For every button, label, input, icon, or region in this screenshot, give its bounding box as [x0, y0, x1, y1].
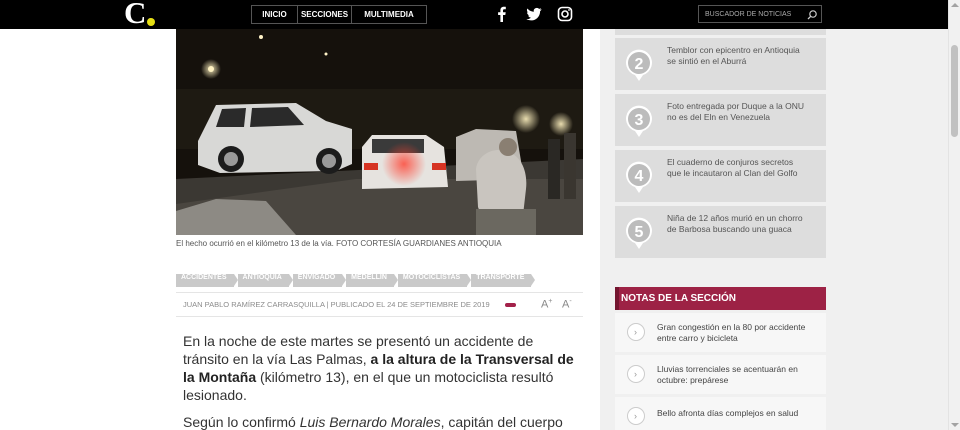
- page-scrollbar[interactable]: [948, 0, 960, 430]
- p2-text-a: Según lo confirmó: [183, 414, 300, 430]
- main-nav: INICIO SECCIONES MULTIMEDIA: [251, 5, 427, 24]
- scroll-up-arrow-icon[interactable]: [951, 3, 959, 7]
- search-box: [698, 5, 822, 23]
- chevron-right-icon: ›: [627, 407, 645, 425]
- twitter-icon[interactable]: [526, 6, 542, 22]
- minus-sign: -: [569, 298, 572, 305]
- nav-secciones[interactable]: SECCIONES: [297, 5, 352, 24]
- tag-envigado[interactable]: ENVIGADO: [292, 274, 347, 287]
- ranked-item[interactable]: 5 Niña de 12 años murió en un chorro de …: [615, 206, 826, 258]
- ranked-item[interactable]: 4 El cuaderno de conjuros secretos que l…: [615, 150, 826, 202]
- rank-badge-icon: 4: [626, 161, 652, 193]
- share-indicator[interactable]: [505, 303, 516, 307]
- article-paragraph-2: Según lo confirmó Luis Bernardo Morales,…: [183, 413, 581, 430]
- note-title[interactable]: Lluvias torrenciales se acentuarán en oc…: [657, 364, 817, 386]
- rank-badge-icon: 2: [626, 49, 652, 81]
- nav-multimedia[interactable]: MULTIMEDIA: [351, 5, 427, 24]
- scroll-down-arrow-icon[interactable]: [951, 423, 959, 427]
- plus-sign: +: [548, 298, 553, 305]
- note-title[interactable]: Bello afronta días complejos en salud: [657, 408, 817, 419]
- tag-list: ACCIDENTES ANTIOQUIA ENVIGADO MEDELLÍN M…: [176, 274, 536, 287]
- rank-badge-icon: 3: [626, 105, 652, 137]
- rank-number: 3: [635, 112, 644, 129]
- note-item[interactable]: › Gran congestión en la 80 por accidente…: [615, 313, 826, 352]
- article-photo: [176, 29, 583, 235]
- tag-medellin[interactable]: MEDELLÍN: [346, 274, 398, 287]
- ranked-item-title[interactable]: Foto entregada por Duque a la ONU no es …: [667, 101, 807, 123]
- article-paragraph-1: En la noche de este martes se presentó u…: [183, 332, 581, 404]
- article-body: En la noche de este martes se presentó u…: [183, 332, 581, 430]
- ranked-item-title[interactable]: El cuaderno de conjuros secretos que le …: [667, 157, 807, 179]
- photo-caption: El hecho ocurrió en el kilómetro 13 de l…: [176, 239, 502, 248]
- section-notes-title: NOTAS DE LA SECCIÓN: [621, 293, 737, 304]
- logo-dot: [147, 18, 155, 26]
- tag-accidentes[interactable]: ACCIDENTES: [176, 274, 238, 287]
- site-logo[interactable]: C.: [124, 0, 158, 28]
- top-navbar: C. INICIO SECCIONES MULTIMEDIA: [0, 0, 948, 29]
- byline-text: JUAN PABLO RAMÍREZ CARRASQUILLA | PUBLIC…: [183, 300, 490, 309]
- ranked-item-title[interactable]: Temblor con epicentro en Antioquia se si…: [667, 45, 807, 67]
- tag-antioquia[interactable]: ANTIOQUIA: [237, 274, 294, 287]
- search-input[interactable]: [699, 6, 803, 22]
- ranked-item[interactable]: 2 Temblor con epicentro en Antioquia se …: [615, 38, 826, 90]
- nav-inicio[interactable]: INICIO: [251, 5, 298, 24]
- search-icon[interactable]: [806, 8, 818, 20]
- font-decrease-button[interactable]: A-: [562, 298, 572, 311]
- tag-transporte[interactable]: TRANSPORTE: [471, 274, 536, 287]
- tag-motociclistas[interactable]: MOTOCICLISTAS: [397, 274, 472, 287]
- note-title[interactable]: Gran congestión en la 80 por accidente e…: [657, 322, 817, 344]
- chevron-right-icon: ›: [627, 323, 645, 341]
- scroll-thumb[interactable]: [951, 45, 958, 137]
- facebook-icon[interactable]: [494, 6, 510, 22]
- rank-badge-icon: 5: [626, 217, 652, 249]
- note-item[interactable]: › Lluvias torrenciales se acentuarán en …: [615, 355, 826, 394]
- ranked-item-1-partial[interactable]: [615, 29, 826, 35]
- font-increase-button[interactable]: A+: [541, 298, 552, 311]
- p2-italic: Luis Bernardo Morales: [299, 414, 441, 430]
- p2-text-b: , capitán del cuerpo: [440, 414, 563, 430]
- rank-number: 2: [635, 56, 644, 73]
- note-item[interactable]: › Bello afronta días complejos en salud: [615, 397, 826, 430]
- rank-number: 5: [635, 224, 644, 241]
- byline-bar: JUAN PABLO RAMÍREZ CARRASQUILLA | PUBLIC…: [176, 292, 583, 317]
- ranked-item-title[interactable]: Niña de 12 años murió en un chorro de Ba…: [667, 213, 807, 235]
- rank-number: 4: [635, 168, 644, 185]
- section-notes-header: NOTAS DE LA SECCIÓN: [615, 287, 826, 310]
- chevron-right-icon: ›: [627, 365, 645, 383]
- instagram-icon[interactable]: [557, 6, 573, 22]
- ranked-item[interactable]: 3 Foto entregada por Duque a la ONU no e…: [615, 94, 826, 146]
